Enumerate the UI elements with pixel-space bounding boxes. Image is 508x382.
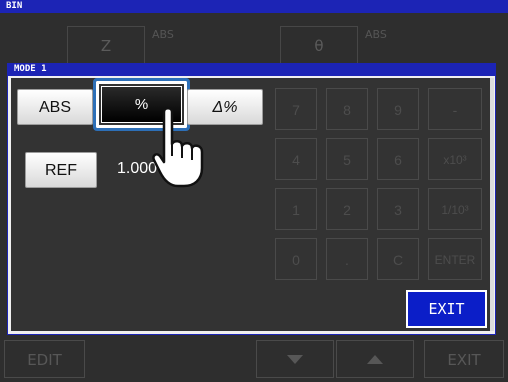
bg-param2-button: θ (280, 26, 358, 64)
bg-param2-label: θ (314, 37, 324, 55)
bg-param1-mode: ABS (152, 28, 174, 41)
key-enter: ENTER (428, 238, 482, 280)
key-minus: - (428, 88, 482, 130)
abs-button[interactable]: ABS (17, 89, 93, 125)
key-2: 2 (326, 188, 368, 230)
key-9: 9 (377, 88, 419, 130)
bg-param2-mode: ABS (365, 28, 387, 41)
bg-edit-label: EDIT (27, 351, 62, 369)
bg-up-button (336, 340, 414, 378)
key-x10-3: x10³ (428, 138, 482, 180)
key-0: 0 (275, 238, 317, 280)
abs-button-label: ABS (38, 99, 71, 116)
triangle-down-icon (287, 355, 303, 364)
percent-button-label: % (134, 96, 149, 113)
bg-exit-label: EXIT (447, 351, 481, 369)
bg-exit-button: EXIT (424, 340, 504, 378)
delta-percent-button-label: Δ% (212, 99, 238, 116)
bg-param1-button: Z (67, 26, 145, 64)
triangle-up-icon (367, 355, 383, 364)
pointing-hand-icon (152, 107, 204, 188)
key-5: 5 (326, 138, 368, 180)
key-6: 6 (377, 138, 419, 180)
dialog-title-bar (7, 63, 496, 76)
key-1: 1 (275, 188, 317, 230)
dialog-title: MODE 1 (14, 64, 47, 74)
bg-down-button (256, 340, 334, 378)
key-3: 3 (377, 188, 419, 230)
exit-button-label: EXIT (428, 300, 465, 318)
key-7: 7 (275, 88, 317, 130)
dialog-scroll-edge (490, 78, 494, 331)
bg-edit-button: EDIT (4, 340, 85, 378)
key-dot: . (326, 238, 368, 280)
exit-button[interactable]: EXIT (406, 290, 487, 328)
window-title-bar (0, 0, 508, 13)
ref-button[interactable]: REF (25, 152, 97, 188)
key-clear: C (377, 238, 419, 280)
key-1-10-3: 1/10³ (428, 188, 482, 230)
window-title: BIN (6, 1, 23, 11)
key-8: 8 (326, 88, 368, 130)
ref-button-label: REF (45, 162, 77, 179)
bg-param1-label: Z (100, 37, 112, 55)
key-4: 4 (275, 138, 317, 180)
